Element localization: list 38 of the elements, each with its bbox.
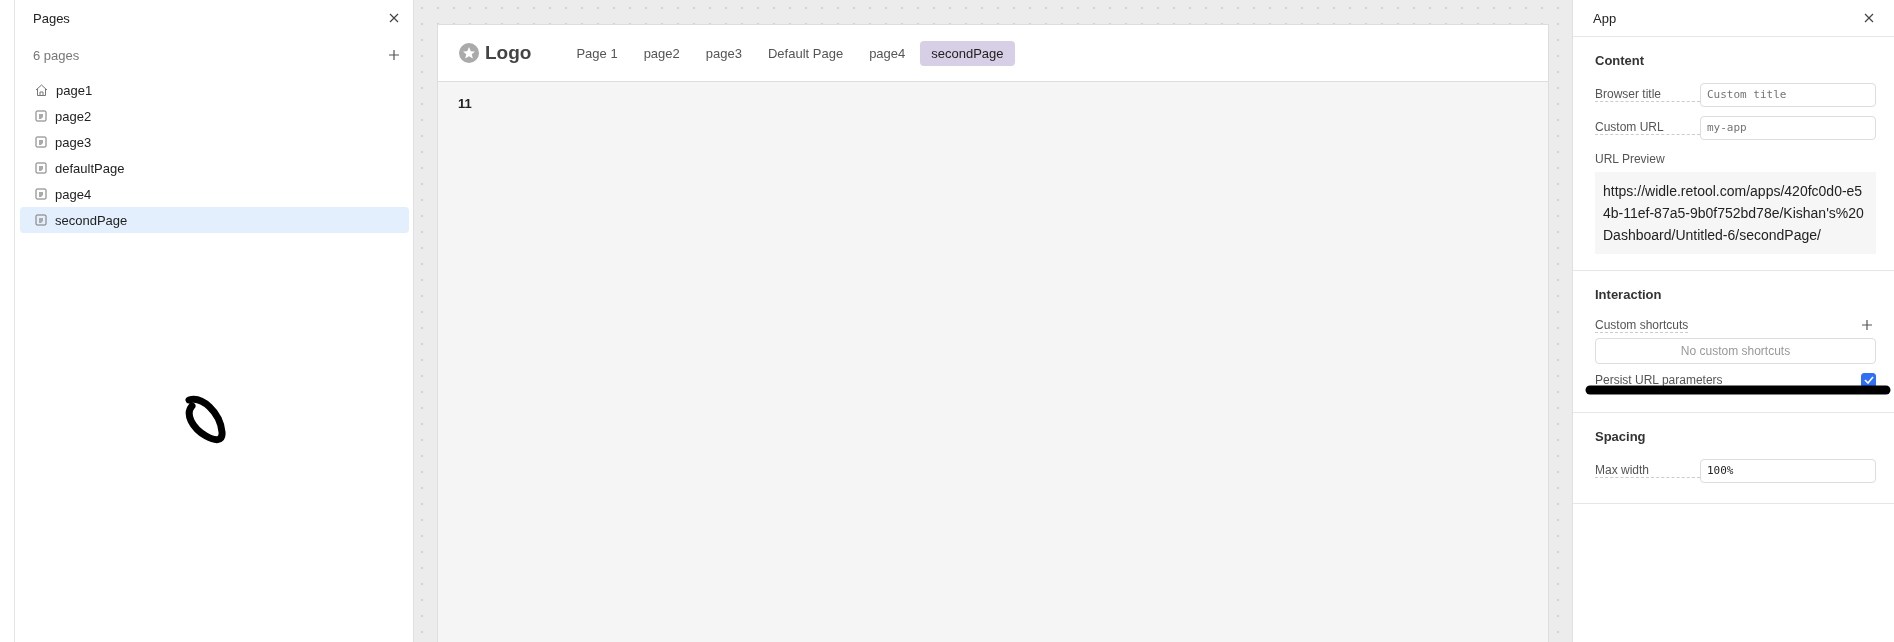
add-icon[interactable]: [389, 50, 399, 60]
page-icon: [35, 214, 47, 226]
page-item[interactable]: page4: [20, 181, 409, 207]
page-item[interactable]: page2: [20, 103, 409, 129]
section-title: Spacing: [1594, 428, 1647, 446]
nav-tab[interactable]: Page 1: [565, 40, 629, 66]
section-title: Content: [1594, 52, 1646, 70]
input-field[interactable]: 100%: [1700, 458, 1876, 483]
nav-tab[interactable]: Default Page: [756, 40, 855, 66]
nav-tab[interactable]: secondPage: [920, 40, 1015, 66]
nav-tab[interactable]: page3: [694, 40, 753, 66]
page-item[interactable]: secondPage: [20, 207, 409, 233]
body-text: 11: [458, 96, 472, 111]
page-count: 6 pages: [33, 47, 80, 63]
page-item[interactable]: defaultPage: [20, 155, 409, 181]
panel-title: App: [1593, 10, 1617, 26]
input-field[interactable]: my-app: [1700, 115, 1876, 140]
page-icon: [35, 136, 47, 148]
input-field[interactable]: Custom title: [1700, 82, 1876, 107]
nav-tab[interactable]: page2: [632, 40, 691, 66]
page-item[interactable]: page3: [20, 129, 409, 155]
add-icon[interactable]: [1862, 320, 1872, 330]
close-icon[interactable]: [1864, 13, 1874, 23]
empty-list: No custom shortcuts: [1595, 338, 1876, 364]
section-title: Interaction: [1594, 286, 1663, 304]
field-label: URL Preview: [1594, 151, 1666, 168]
url-preview: https://widle.retool.com/apps/420fc0d0-e54b-11ef-87a5-9b0f752bd78e/Kishan's%20Dashboard/Untitled-6/secondPage/: [1595, 172, 1876, 254]
page-icon: [35, 110, 47, 122]
nav-tab[interactable]: page4: [858, 40, 917, 66]
logo-text: Logo: [485, 42, 532, 64]
field-label: Persist URL parameters: [1595, 372, 1723, 388]
page-icon: [35, 162, 47, 174]
panel-title: Pages: [33, 10, 70, 26]
field-label: Custom shortcuts: [1595, 317, 1689, 333]
home-icon: [35, 84, 48, 96]
page-icon: [35, 188, 47, 200]
close-icon[interactable]: [389, 13, 399, 23]
page-item[interactable]: page1: [20, 77, 409, 103]
